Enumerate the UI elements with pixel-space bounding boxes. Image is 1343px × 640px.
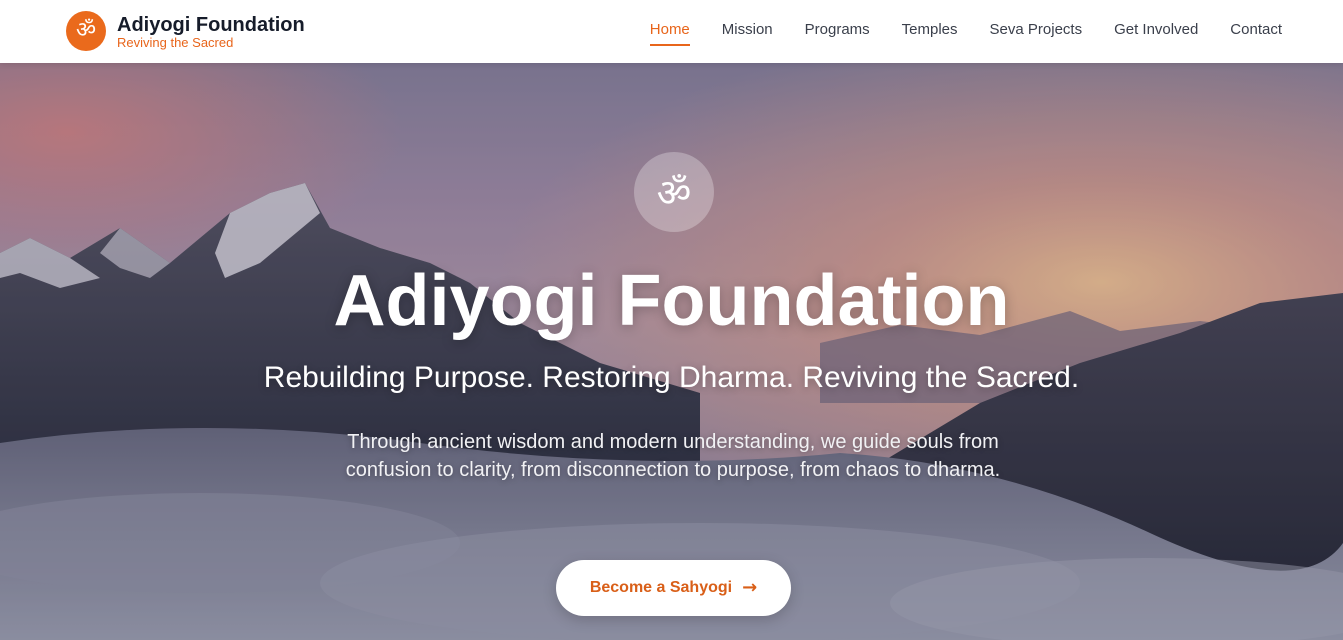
- nav-contact[interactable]: Contact: [1230, 20, 1282, 46]
- brand-text: Adiyogi Foundation Reviving the Sacred: [117, 13, 305, 49]
- main-nav: Home Mission Programs Temples Seva Proje…: [649, 20, 1282, 46]
- om-logo-icon: ॐ: [66, 11, 106, 51]
- arrow-right-icon: →: [742, 577, 758, 598]
- nav-get-involved[interactable]: Get Involved: [1114, 20, 1198, 46]
- hero-tagline: Rebuilding Purpose. Restoring Dharma. Re…: [263, 361, 1080, 394]
- om-icon: ॐ: [634, 152, 714, 232]
- hero-overlay: [0, 63, 1343, 640]
- nav-home[interactable]: Home: [649, 20, 690, 46]
- brand-title: Adiyogi Foundation: [117, 14, 305, 36]
- hero-description: Through ancient wisdom and modern unders…: [345, 431, 1001, 481]
- nav-temples[interactable]: Temples: [902, 20, 958, 46]
- nav-programs[interactable]: Programs: [805, 20, 870, 46]
- nav-mission[interactable]: Mission: [722, 20, 773, 46]
- nav-seva-projects[interactable]: Seva Projects: [990, 20, 1083, 46]
- brand[interactable]: ॐ Adiyogi Foundation Reviving the Sacred: [66, 11, 305, 51]
- hero-section: ॐ Adiyogi Foundation Rebuilding Purpose.…: [0, 63, 1343, 640]
- hero-title: Adiyogi Foundation: [333, 261, 1010, 341]
- cta-label: Become a Sahyogi: [589, 579, 733, 596]
- brand-subtitle: Reviving the Sacred: [117, 35, 234, 50]
- site-header: ॐ Adiyogi Foundation Reviving the Sacred…: [0, 0, 1343, 63]
- become-sahyogi-button[interactable]: Become a Sahyogi →: [556, 560, 791, 616]
